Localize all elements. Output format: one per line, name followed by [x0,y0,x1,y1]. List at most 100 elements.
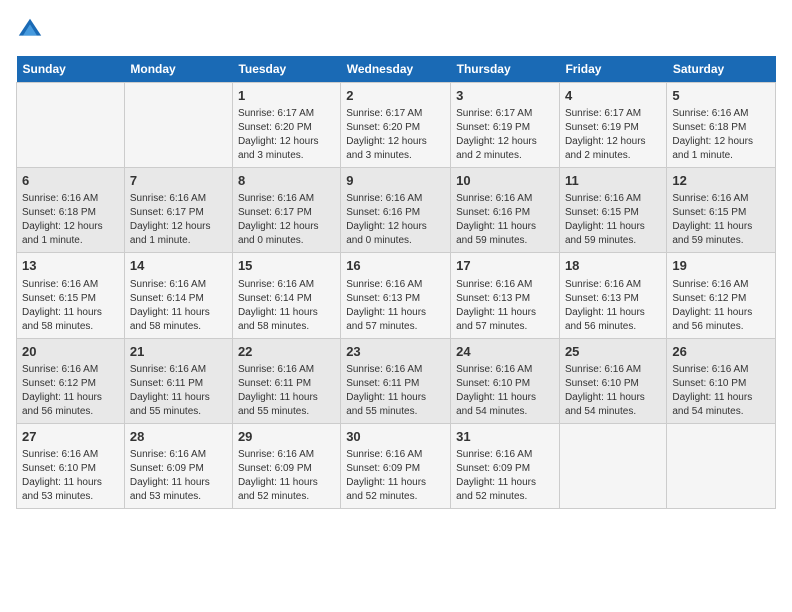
calendar-cell: 6 Sunrise: 6:16 AM Sunset: 6:18 PM Daylig… [17,168,125,253]
calendar-week-row: 6 Sunrise: 6:16 AM Sunset: 6:18 PM Daylig… [17,168,776,253]
weekday-header: Thursday [451,56,560,83]
day-detail: Sunrise: 6:16 AM Sunset: 6:10 PM Dayligh… [565,363,661,419]
day-number: 7 [130,172,227,190]
calendar-cell: 31 Sunrise: 6:16 AM Sunset: 6:09 PM Dayli… [451,423,560,508]
day-number: 21 [130,343,227,361]
calendar-cell: 9 Sunrise: 6:16 AM Sunset: 6:16 PM Daylig… [341,168,451,253]
weekday-header: Tuesday [232,56,340,83]
day-number: 13 [22,257,119,275]
day-number: 15 [238,257,335,275]
logo-icon [16,16,44,44]
day-number: 18 [565,257,661,275]
day-detail: Sunrise: 6:16 AM Sunset: 6:09 PM Dayligh… [456,448,554,504]
calendar-cell: 12 Sunrise: 6:16 AM Sunset: 6:15 PM Dayli… [667,168,776,253]
day-detail: Sunrise: 6:17 AM Sunset: 6:19 PM Dayligh… [456,107,554,163]
day-detail: Sunrise: 6:16 AM Sunset: 6:14 PM Dayligh… [130,278,227,334]
calendar-cell [124,83,232,168]
weekday-header: Monday [124,56,232,83]
day-number: 26 [672,343,770,361]
day-detail: Sunrise: 6:16 AM Sunset: 6:15 PM Dayligh… [565,192,661,248]
calendar-cell: 24 Sunrise: 6:16 AM Sunset: 6:10 PM Dayli… [451,338,560,423]
day-detail: Sunrise: 6:16 AM Sunset: 6:10 PM Dayligh… [672,363,770,419]
calendar-cell: 11 Sunrise: 6:16 AM Sunset: 6:15 PM Dayli… [559,168,666,253]
calendar-cell: 19 Sunrise: 6:16 AM Sunset: 6:12 PM Dayli… [667,253,776,338]
day-number: 20 [22,343,119,361]
day-number: 31 [456,428,554,446]
page-header [16,16,776,44]
calendar-week-row: 20 Sunrise: 6:16 AM Sunset: 6:12 PM Dayli… [17,338,776,423]
day-number: 22 [238,343,335,361]
day-detail: Sunrise: 6:16 AM Sunset: 6:18 PM Dayligh… [22,192,119,248]
day-detail: Sunrise: 6:16 AM Sunset: 6:10 PM Dayligh… [22,448,119,504]
calendar-cell: 22 Sunrise: 6:16 AM Sunset: 6:11 PM Dayli… [232,338,340,423]
day-number: 27 [22,428,119,446]
calendar-cell [559,423,666,508]
calendar-cell: 16 Sunrise: 6:16 AM Sunset: 6:13 PM Dayli… [341,253,451,338]
calendar-week-row: 13 Sunrise: 6:16 AM Sunset: 6:15 PM Dayli… [17,253,776,338]
day-number: 14 [130,257,227,275]
day-detail: Sunrise: 6:16 AM Sunset: 6:17 PM Dayligh… [238,192,335,248]
calendar-cell: 15 Sunrise: 6:16 AM Sunset: 6:14 PM Dayli… [232,253,340,338]
day-number: 11 [565,172,661,190]
day-number: 17 [456,257,554,275]
day-detail: Sunrise: 6:16 AM Sunset: 6:17 PM Dayligh… [130,192,227,248]
day-detail: Sunrise: 6:17 AM Sunset: 6:20 PM Dayligh… [346,107,445,163]
weekday-header: Sunday [17,56,125,83]
calendar-cell: 10Sunrise: 6:16 AM Sunset: 6:16 PM Dayli… [451,168,560,253]
calendar-cell: 8 Sunrise: 6:16 AM Sunset: 6:17 PM Daylig… [232,168,340,253]
day-detail: Sunrise: 6:17 AM Sunset: 6:19 PM Dayligh… [565,107,661,163]
calendar-cell: 2 Sunrise: 6:17 AM Sunset: 6:20 PM Daylig… [341,83,451,168]
day-number: 2 [346,87,445,105]
day-detail: Sunrise: 6:16 AM Sunset: 6:13 PM Dayligh… [456,278,554,334]
day-number: 10 [456,172,554,190]
weekday-header: Wednesday [341,56,451,83]
calendar-header: SundayMondayTuesdayWednesdayThursdayFrid… [17,56,776,83]
day-detail: Sunrise: 6:16 AM Sunset: 6:09 PM Dayligh… [238,448,335,504]
day-number: 19 [672,257,770,275]
day-detail: Sunrise: 6:16 AM Sunset: 6:13 PM Dayligh… [565,278,661,334]
calendar-week-row: 27 Sunrise: 6:16 AM Sunset: 6:10 PM Dayli… [17,423,776,508]
calendar-cell: 27 Sunrise: 6:16 AM Sunset: 6:10 PM Dayli… [17,423,125,508]
calendar-cell: 28 Sunrise: 6:16 AM Sunset: 6:09 PM Dayli… [124,423,232,508]
day-detail: Sunrise: 6:16 AM Sunset: 6:12 PM Dayligh… [672,278,770,334]
day-detail: Sunrise: 6:16 AM Sunset: 6:10 PM Dayligh… [456,363,554,419]
weekday-header: Saturday [667,56,776,83]
day-detail: Sunrise: 6:16 AM Sunset: 6:11 PM Dayligh… [238,363,335,419]
day-number: 12 [672,172,770,190]
day-number: 29 [238,428,335,446]
calendar-cell [667,423,776,508]
day-number: 24 [456,343,554,361]
day-detail: Sunrise: 6:16 AM Sunset: 6:16 PM Dayligh… [346,192,445,248]
calendar-cell: 17 Sunrise: 6:16 AM Sunset: 6:13 PM Dayli… [451,253,560,338]
day-detail: Sunrise: 6:16 AM Sunset: 6:09 PM Dayligh… [130,448,227,504]
calendar-week-row: 1 Sunrise: 6:17 AM Sunset: 6:20 PM Daylig… [17,83,776,168]
day-number: 30 [346,428,445,446]
day-detail: Sunrise: 6:16 AM Sunset: 6:14 PM Dayligh… [238,278,335,334]
day-number: 16 [346,257,445,275]
calendar-cell: 25 Sunrise: 6:16 AM Sunset: 6:10 PM Dayli… [559,338,666,423]
calendar-cell: 1 Sunrise: 6:17 AM Sunset: 6:20 PM Daylig… [232,83,340,168]
day-number: 1 [238,87,335,105]
day-number: 28 [130,428,227,446]
logo [16,16,48,44]
day-detail: Sunrise: 6:16 AM Sunset: 6:13 PM Dayligh… [346,278,445,334]
calendar-body: 1 Sunrise: 6:17 AM Sunset: 6:20 PM Daylig… [17,83,776,509]
day-detail: Sunrise: 6:16 AM Sunset: 6:15 PM Dayligh… [22,278,119,334]
day-number: 6 [22,172,119,190]
day-detail: Sunrise: 6:17 AM Sunset: 6:20 PM Dayligh… [238,107,335,163]
calendar-cell: 18 Sunrise: 6:16 AM Sunset: 6:13 PM Dayli… [559,253,666,338]
calendar-cell: 4Sunrise: 6:17 AM Sunset: 6:19 PM Daylig… [559,83,666,168]
day-detail: Sunrise: 6:16 AM Sunset: 6:11 PM Dayligh… [346,363,445,419]
weekday-header: Friday [559,56,666,83]
day-number: 8 [238,172,335,190]
day-number: 25 [565,343,661,361]
calendar-cell: 21 Sunrise: 6:16 AM Sunset: 6:11 PM Dayli… [124,338,232,423]
day-detail: Sunrise: 6:16 AM Sunset: 6:11 PM Dayligh… [130,363,227,419]
calendar-cell: 7 Sunrise: 6:16 AM Sunset: 6:17 PM Daylig… [124,168,232,253]
calendar-table: SundayMondayTuesdayWednesdayThursdayFrid… [16,56,776,509]
day-number: 9 [346,172,445,190]
calendar-cell: 5Sunrise: 6:16 AM Sunset: 6:18 PM Daylig… [667,83,776,168]
weekday-row: SundayMondayTuesdayWednesdayThursdayFrid… [17,56,776,83]
day-detail: Sunrise: 6:16 AM Sunset: 6:15 PM Dayligh… [672,192,770,248]
day-detail: Sunrise: 6:16 AM Sunset: 6:12 PM Dayligh… [22,363,119,419]
